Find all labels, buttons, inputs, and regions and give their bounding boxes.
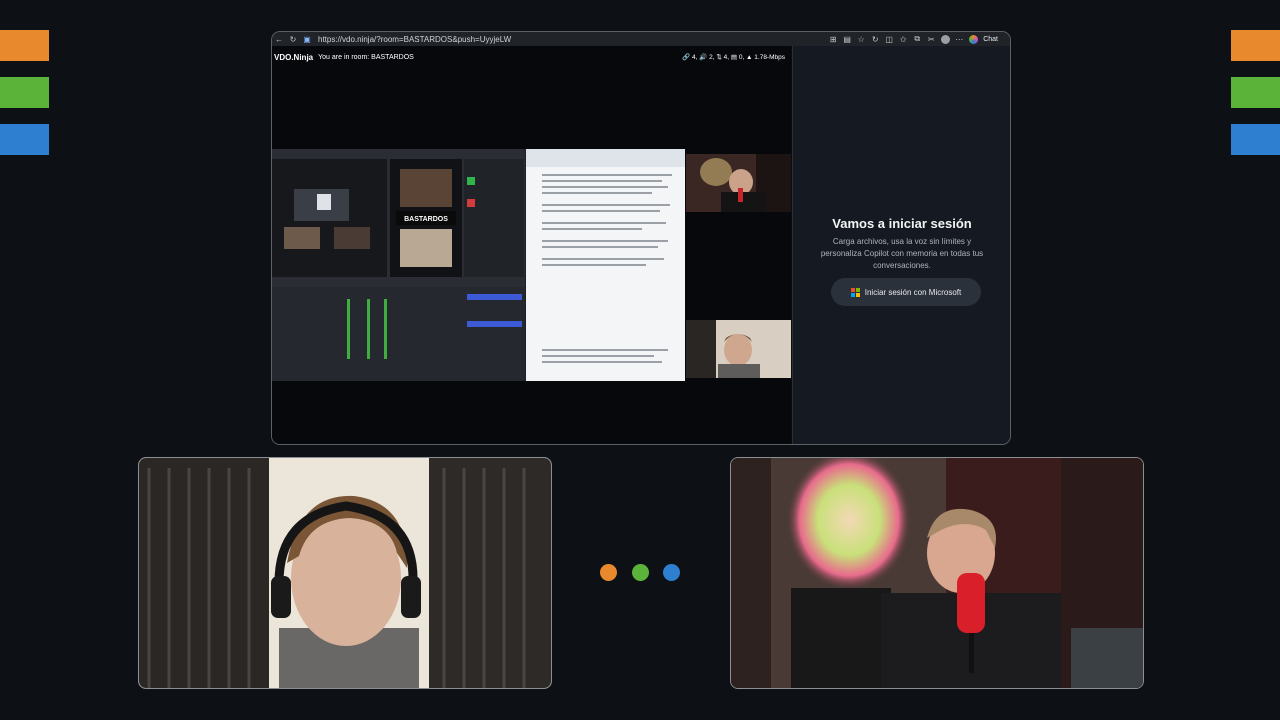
webcam-right-image: [731, 458, 1143, 688]
screen-share-content: BASTARDOS: [272, 149, 685, 381]
overlay-title: BASTARDOS: [404, 216, 448, 223]
grid-icon[interactable]: ⊞: [826, 32, 840, 46]
copilot-description: Carga archivos, usa la voz sin límites y…: [820, 237, 984, 270]
vdo-ninja-room: VDO.Ninja You are in room: BASTARDOS 🔗 4…: [272, 46, 791, 444]
collections-icon[interactable]: ⧉: [910, 32, 924, 46]
participant-1-image: [686, 154, 791, 212]
room-label: You are in room: BASTARDOS: [318, 54, 414, 61]
participant-video-1[interactable]: [686, 154, 791, 212]
screen-share-video[interactable]: BASTARDOS: [272, 149, 685, 381]
brand-bar-blue-right: [1231, 124, 1280, 155]
back-icon[interactable]: ←: [272, 32, 286, 46]
webcam-right[interactable]: [730, 457, 1144, 689]
microsoft-logo-icon: [850, 287, 860, 297]
signin-label: Iniciar sesión con Microsoft: [864, 287, 962, 297]
brand-bar-green-right: [1231, 77, 1280, 108]
refresh-icon[interactable]: ↻: [286, 32, 300, 46]
brand-bar-green-left: [0, 77, 49, 108]
chat-button[interactable]: Chat: [983, 36, 998, 43]
address-bar[interactable]: https://vdo.ninja/?room=BASTARDOS&push=U…: [318, 35, 511, 44]
microsoft-signin-button[interactable]: Iniciar sesión con Microsoft: [831, 278, 981, 306]
reader-icon[interactable]: ▤: [840, 32, 854, 46]
dot-blue: [663, 564, 680, 581]
camera-icon[interactable]: ▣: [300, 32, 314, 46]
copilot-title: Vamos a iniciar sesión: [832, 216, 972, 231]
vdo-header: VDO.Ninja You are in room: BASTARDOS: [274, 53, 414, 62]
participant-2-image: [686, 320, 791, 378]
dot-green: [632, 564, 649, 581]
vdo-stats: 🔗 4, 🔊 2, ⇅ 4, ▤ 0, ▲ 1.78-Mbps: [682, 54, 785, 61]
browser-window: ← ↻ ▣ https://vdo.ninja/?room=BASTARDOS&…: [271, 31, 1011, 445]
favorites-icon[interactable]: ✩: [896, 32, 910, 46]
webcam-left[interactable]: [138, 457, 552, 689]
more-icon[interactable]: ⋯: [952, 32, 966, 46]
browser-toolbar: ← ↻ ▣ https://vdo.ninja/?room=BASTARDOS&…: [272, 32, 1010, 46]
star-icon[interactable]: ☆: [854, 32, 868, 46]
webcam-left-image: [139, 458, 551, 688]
participant-video-2[interactable]: [686, 320, 791, 378]
vdo-logo: VDO.Ninja: [274, 53, 314, 62]
copilot-panel: Vamos a iniciar sesión Carga archivos, u…: [792, 46, 1010, 444]
profile-icon[interactable]: [938, 32, 952, 46]
screenshot-icon[interactable]: ✂: [924, 32, 938, 46]
brand-bar-orange-left: [0, 30, 49, 61]
split-icon[interactable]: ◫: [882, 32, 896, 46]
dot-orange: [600, 564, 617, 581]
brand-bar-orange-right: [1231, 30, 1280, 61]
brand-bar-blue-left: [0, 124, 49, 155]
extensions-icon[interactable]: ↻: [868, 32, 882, 46]
copilot-icon[interactable]: [966, 32, 980, 46]
